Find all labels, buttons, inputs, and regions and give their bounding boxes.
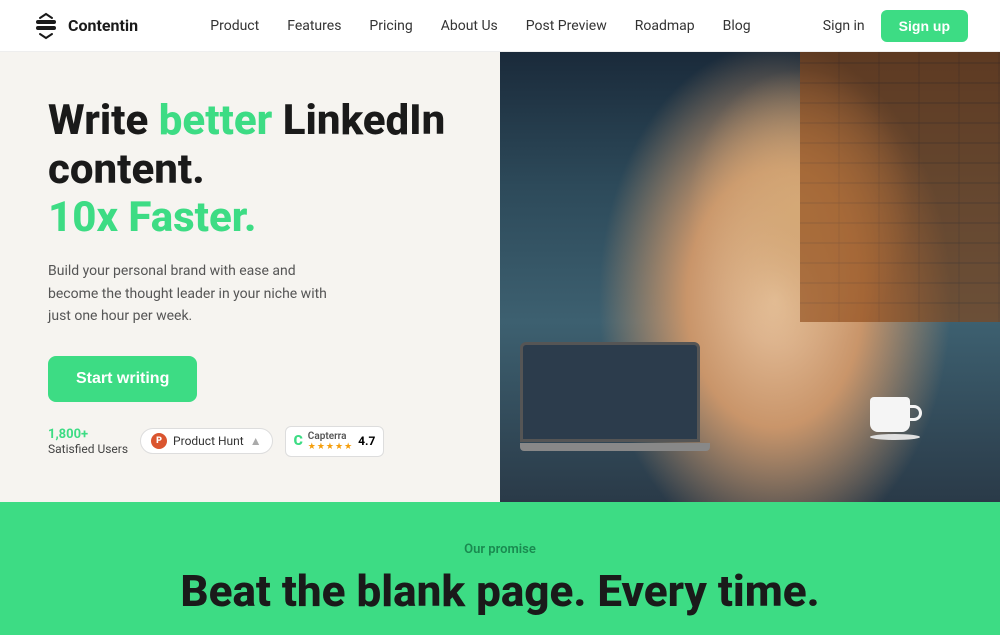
sign-in-link[interactable]: Sign in — [823, 18, 865, 34]
cup-handle — [908, 405, 922, 421]
hero-subtext: Build your personal brand with ease and … — [48, 260, 338, 327]
nav-link-features[interactable]: Features — [287, 18, 341, 34]
logo-text: Contentin — [68, 16, 138, 35]
heading-green: better — [159, 96, 273, 145]
heading-part1: Write — [48, 96, 159, 145]
nav-links: Product Features Pricing About Us Post P… — [210, 18, 750, 34]
capterra-badge[interactable]: C Capterra ★★★★★ 4.7 — [285, 426, 385, 457]
nav-actions: Sign in Sign up — [823, 10, 968, 42]
social-proof: 1,800+ Satisfied Users P Product Hunt ▲ … — [48, 426, 452, 457]
laptop-base — [520, 443, 710, 451]
laptop-screen — [520, 342, 700, 442]
brick-wall — [800, 52, 1000, 322]
product-hunt-badge[interactable]: P Product Hunt ▲ — [140, 428, 273, 454]
hero-section: Write better LinkedIn content. 10x Faste… — [0, 52, 1000, 502]
product-hunt-arrow: ▲ — [250, 434, 262, 448]
hero-image — [500, 52, 1000, 502]
coffee-cup — [870, 397, 920, 442]
nav-link-pricing[interactable]: Pricing — [369, 18, 412, 34]
logo-icon — [32, 12, 60, 40]
capterra-stars: ★★★★★ — [308, 442, 353, 452]
beat-blank-headline: Beat the blank page. Every time. — [32, 567, 968, 615]
laptop — [520, 342, 720, 462]
hero-content: Write better LinkedIn content. 10x Faste… — [0, 52, 500, 502]
our-promise-label: Our promise — [32, 542, 968, 557]
start-writing-button[interactable]: Start writing — [48, 356, 197, 402]
product-hunt-icon: P — [151, 433, 167, 449]
capterra-label: Capterra — [308, 431, 353, 442]
satisfied-label: Satisfied Users — [48, 442, 128, 456]
logo[interactable]: Contentin — [32, 12, 138, 40]
capterra-score: 4.7 — [358, 434, 375, 448]
product-hunt-label: Product Hunt — [173, 434, 244, 448]
green-section: Our promise Beat the blank page. Every t… — [0, 502, 1000, 635]
capterra-info: Capterra ★★★★★ — [308, 431, 353, 452]
satisfied-count: 1,800+ — [48, 427, 88, 442]
heading-accent: 10x Faster. — [48, 193, 257, 242]
hero-photo — [500, 52, 1000, 502]
nav-link-blog[interactable]: Blog — [723, 18, 751, 34]
nav-link-roadmap[interactable]: Roadmap — [635, 18, 695, 34]
cup-body — [870, 397, 910, 432]
nav-link-product[interactable]: Product — [210, 18, 259, 34]
navbar: Contentin Product Features Pricing About… — [0, 0, 1000, 52]
nav-link-about[interactable]: About Us — [441, 18, 498, 34]
cup-saucer — [870, 434, 920, 440]
sign-up-button[interactable]: Sign up — [881, 10, 968, 42]
satisfied-users: 1,800+ Satisfied Users — [48, 427, 128, 456]
capterra-icon: C — [294, 433, 303, 449]
hero-heading: Write better LinkedIn content. 10x Faste… — [48, 97, 452, 242]
nav-link-post-preview[interactable]: Post Preview — [526, 18, 607, 34]
